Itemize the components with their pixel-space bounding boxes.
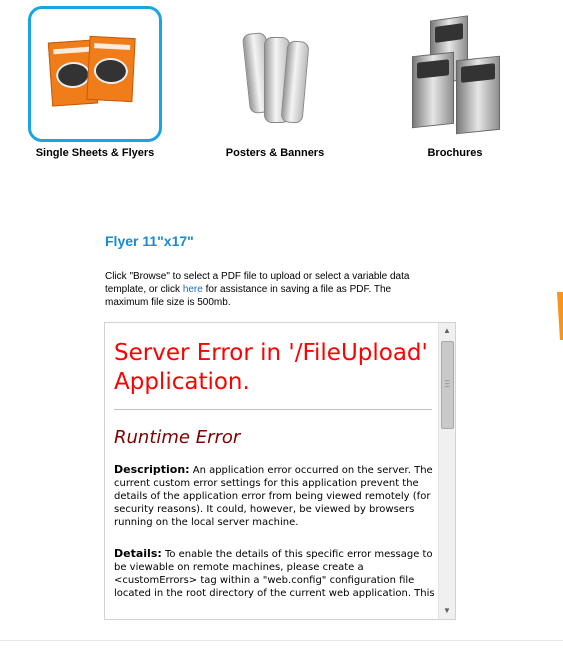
product-title: Flyer 11"x17" [105, 233, 194, 249]
error-title: Server Error in '/FileUpload' Applicatio… [114, 340, 428, 395]
category-single-sheets-flyers[interactable]: Single Sheets & Flyers [25, 6, 165, 159]
category-brochures[interactable]: Brochures [385, 6, 525, 159]
error-description: Description: An application error occurr… [114, 463, 436, 529]
flyer-stack-icon [40, 19, 150, 129]
footer-text [6, 662, 562, 670]
category-label[interactable]: Posters & Banners [205, 147, 345, 159]
scrollbar-thumb[interactable]: ‒ ‒ ‒ [441, 341, 454, 429]
help-link[interactable]: here [183, 284, 203, 295]
upload-instructions: Click "Browse" to select a PDF file to u… [105, 270, 435, 309]
details-text: To enable the details of this specific e… [114, 549, 435, 599]
orange-decoration [557, 292, 563, 340]
category-thumbnail[interactable] [28, 6, 162, 142]
poster-rolls-icon [220, 19, 330, 129]
error-page: Server Error in '/FileUpload' Applicatio… [105, 323, 441, 619]
upload-iframe[interactable]: Server Error in '/FileUpload' Applicatio… [104, 322, 456, 620]
category-label[interactable]: Brochures [385, 147, 525, 159]
grip-icon: ‒ ‒ ‒ [445, 376, 450, 391]
category-label[interactable]: Single Sheets & Flyers [25, 147, 165, 159]
category-thumbnail[interactable] [388, 6, 522, 142]
divider [114, 409, 432, 410]
footer-divider [0, 640, 563, 641]
description-label: Description: [114, 463, 190, 476]
error-subtitle: Runtime Error [114, 427, 241, 448]
category-posters-banners[interactable]: Posters & Banners [205, 6, 345, 159]
error-details: Details: To enable the details of this s… [114, 547, 436, 600]
category-thumbnail[interactable] [208, 6, 342, 142]
scroll-up-arrow-icon[interactable]: ▲ [439, 323, 455, 339]
details-label: Details: [114, 547, 162, 560]
vertical-scrollbar[interactable]: ▲ ‒ ‒ ‒ ▼ [438, 323, 455, 619]
scroll-down-arrow-icon[interactable]: ▼ [439, 603, 455, 619]
brochures-icon [400, 14, 510, 135]
